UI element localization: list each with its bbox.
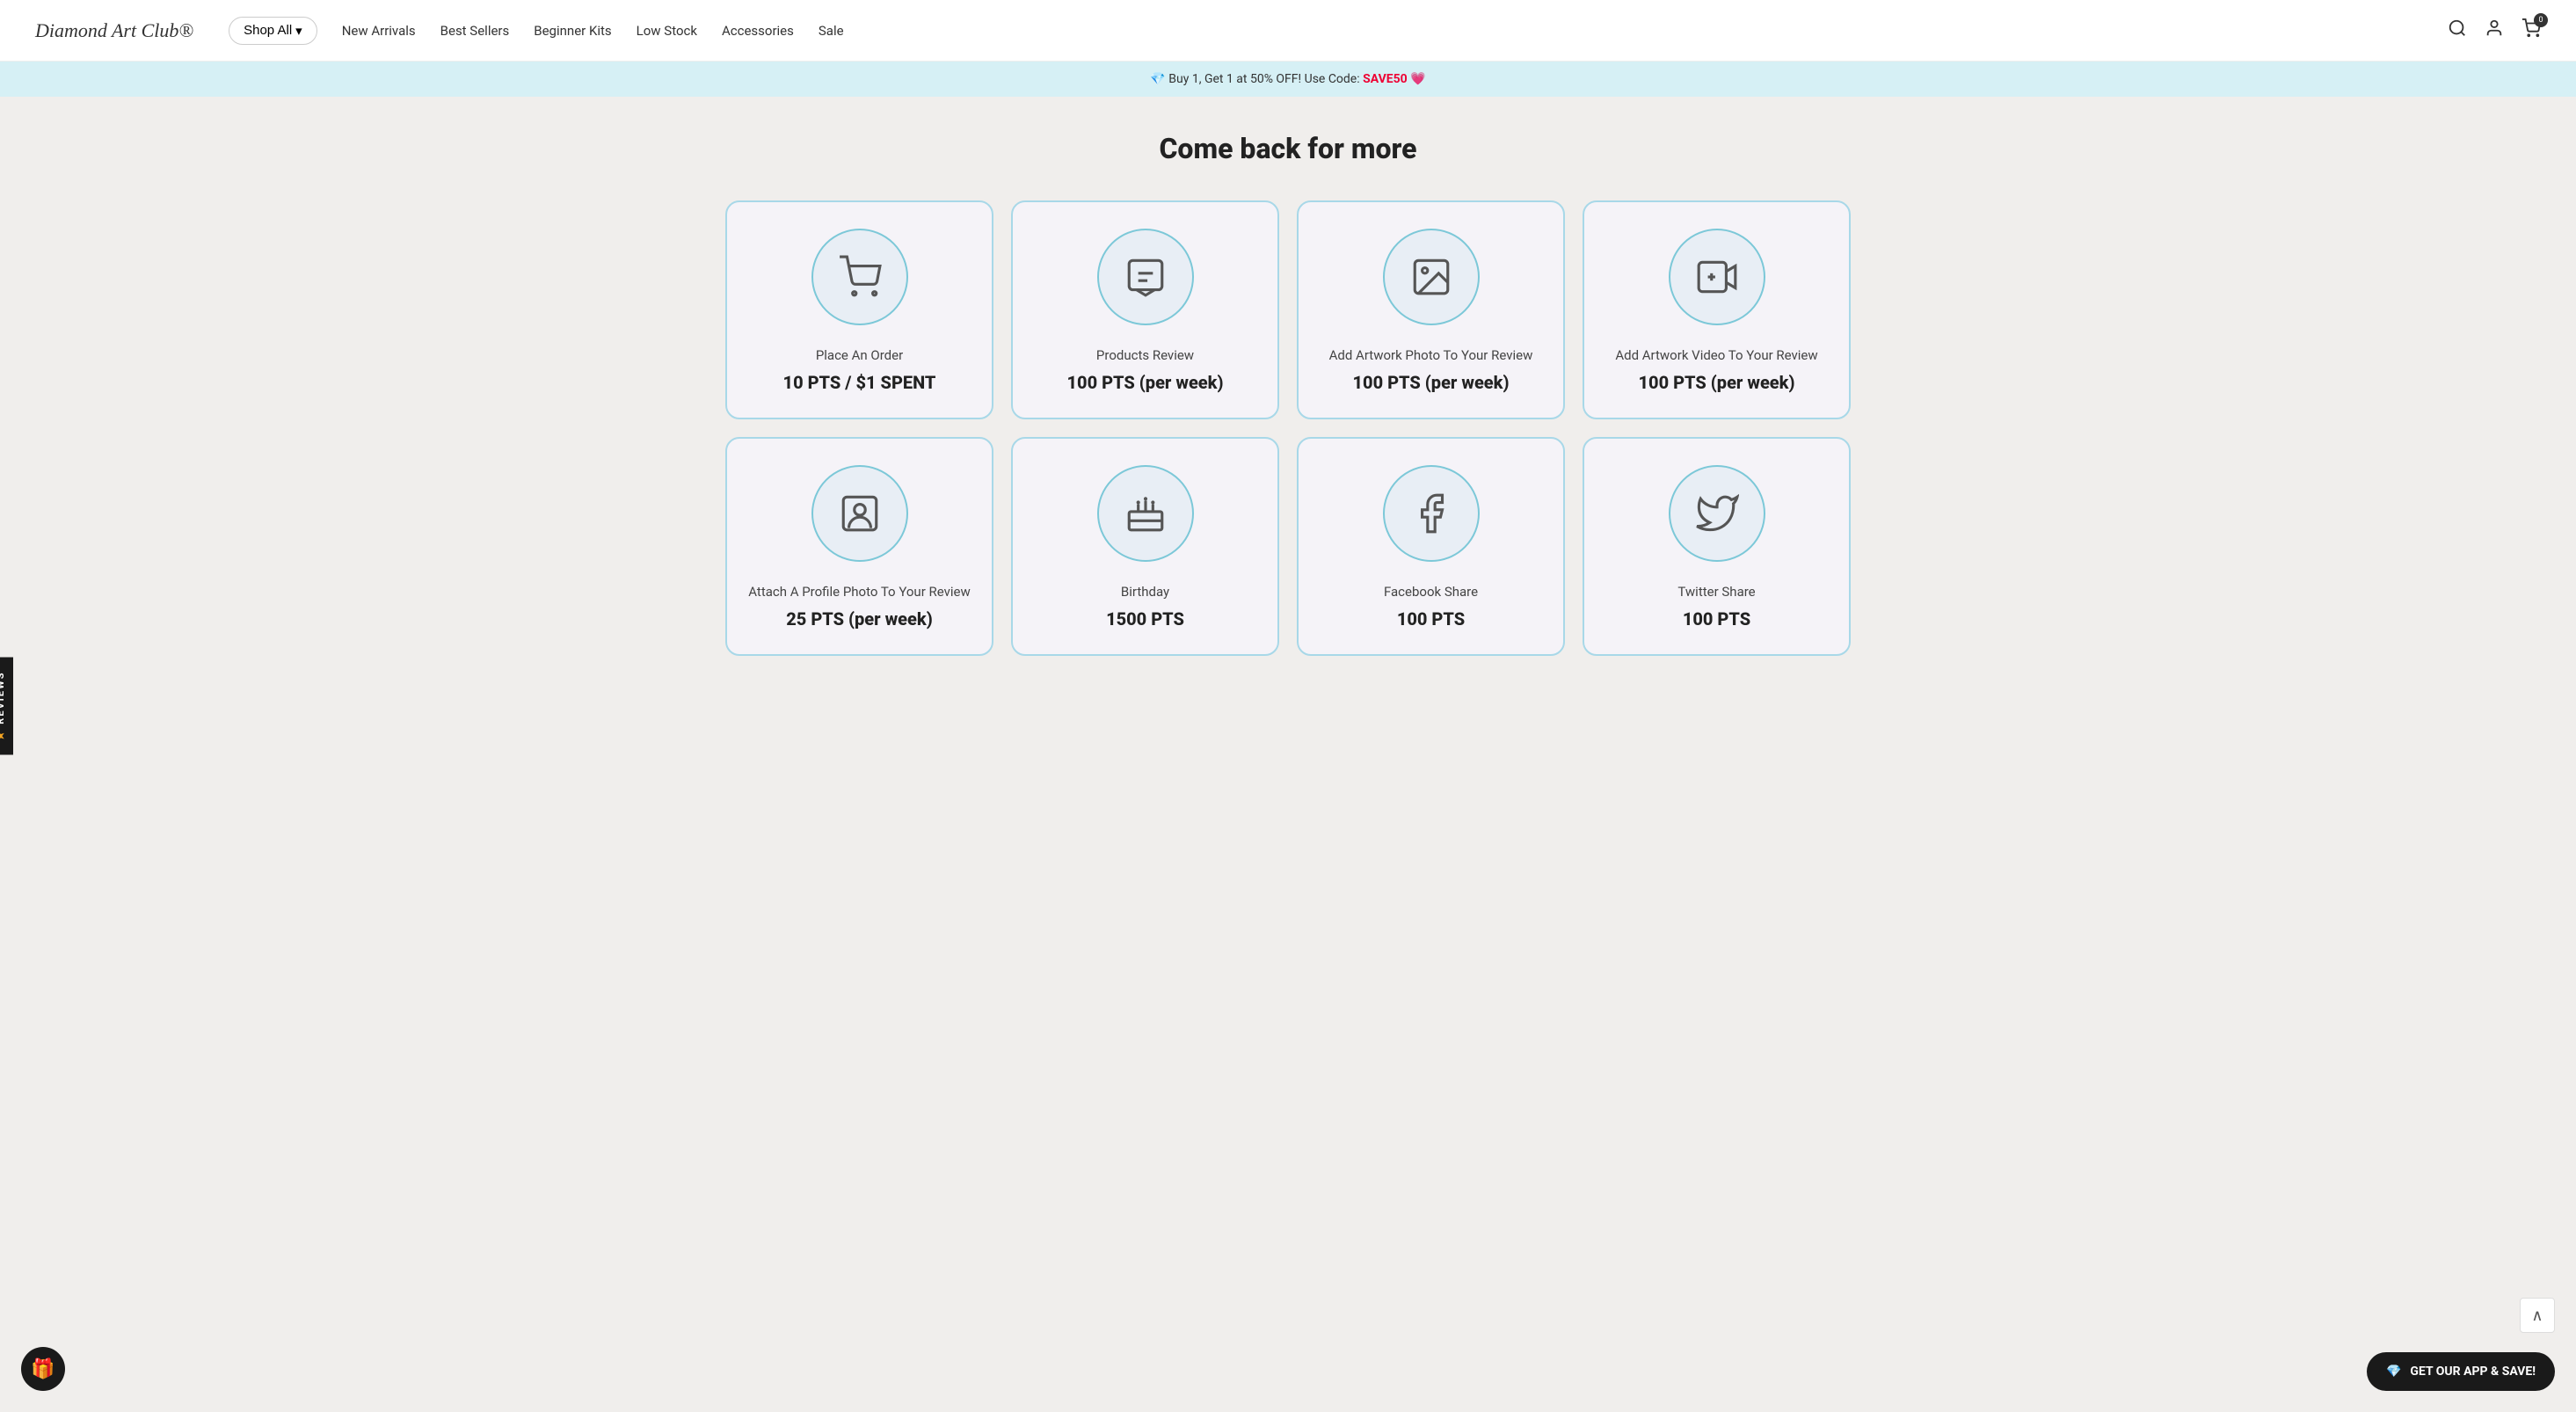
scroll-up-button[interactable]: ∧: [2520, 1298, 2555, 1333]
reward-card-products-review[interactable]: Products Review 100 PTS (per week): [1011, 200, 1279, 419]
search-icon[interactable]: [2448, 18, 2467, 42]
navigation: Diamond Art Club® Shop All ▾ New Arrival…: [0, 0, 2576, 62]
account-icon[interactable]: [2485, 18, 2504, 42]
birthday-icon-circle: [1097, 465, 1194, 562]
reward-card-profile-photo[interactable]: Attach A Profile Photo To Your Review 25…: [725, 437, 993, 656]
reward-card-artwork-photo[interactable]: Add Artwork Photo To Your Review 100 PTS…: [1297, 200, 1565, 419]
card-pts-5: 1500 PTS: [1106, 608, 1184, 630]
promo-code: SAVE50: [1363, 72, 1408, 86]
promo-banner: 💎 Buy 1, Get 1 at 50% OFF! Use Code: SAV…: [0, 62, 2576, 97]
card-label-3: Add Artwork Video To Your Review: [1615, 346, 1817, 365]
chevron-up-icon: ∧: [2531, 1306, 2543, 1325]
cart-icon-circle: [811, 229, 908, 325]
card-label-5: Birthday: [1121, 583, 1169, 601]
nav-accessories[interactable]: Accessories: [722, 23, 794, 39]
cart-count: 0: [2534, 13, 2548, 27]
card-label-2: Add Artwork Photo To Your Review: [1329, 346, 1533, 365]
facebook-icon-circle: [1383, 465, 1480, 562]
reviews-label: REVIEWS: [0, 672, 6, 724]
card-pts-6: 100 PTS: [1397, 608, 1465, 630]
reward-card-birthday[interactable]: Birthday 1500 PTS: [1011, 437, 1279, 656]
reward-card-place-order[interactable]: Place An Order 10 PTS / $1 SPENT: [725, 200, 993, 419]
rewards-grid: Place An Order 10 PTS / $1 SPENT Product…: [725, 200, 1851, 656]
card-pts-2: 100 PTS (per week): [1353, 372, 1510, 393]
card-pts-7: 100 PTS: [1683, 608, 1750, 630]
cart-icon[interactable]: 0: [2521, 18, 2541, 42]
promo-text: 💎 Buy 1, Get 1 at 50% OFF! Use Code: SAV…: [1150, 72, 1425, 86]
nav-icons: 0: [2448, 18, 2541, 42]
reward-card-twitter[interactable]: Twitter Share 100 PTS: [1583, 437, 1851, 656]
profile-icon-circle: [811, 465, 908, 562]
site-logo[interactable]: Diamond Art Club®: [35, 19, 193, 42]
nav-beginner-kits[interactable]: Beginner Kits: [534, 23, 611, 39]
nav-links: Shop All ▾ New Arrivals Best Sellers Beg…: [229, 17, 2448, 45]
main-content: Come back for more Place An Order 10 PTS…: [673, 97, 1903, 709]
video-icon-circle: [1669, 229, 1765, 325]
card-pts-0: 10 PTS / $1 SPENT: [783, 372, 936, 393]
card-label-0: Place An Order: [816, 346, 903, 365]
shop-all-button[interactable]: Shop All ▾: [229, 17, 317, 45]
shop-all-label: Shop All: [244, 23, 292, 38]
card-pts-1: 100 PTS (per week): [1067, 372, 1224, 393]
gift-button[interactable]: 🎁: [21, 1347, 65, 1391]
nav-sale[interactable]: Sale: [819, 23, 844, 39]
app-diamond-icon: 💎: [2386, 1365, 2401, 1379]
photo-icon-circle: [1383, 229, 1480, 325]
app-banner-label: GET OUR APP & SAVE!: [2410, 1365, 2536, 1379]
card-label-6: Facebook Share: [1384, 583, 1478, 601]
card-pts-4: 25 PTS (per week): [786, 608, 932, 630]
review-icon-circle: [1097, 229, 1194, 325]
card-label-4: Attach A Profile Photo To Your Review: [748, 583, 971, 601]
twitter-icon-circle: [1669, 465, 1765, 562]
reward-card-artwork-video[interactable]: Add Artwork Video To Your Review 100 PTS…: [1583, 200, 1851, 419]
gift-icon: 🎁: [31, 1358, 55, 1380]
chevron-down-icon: ▾: [295, 23, 302, 39]
page-title: Come back for more: [725, 132, 1851, 165]
nav-best-sellers[interactable]: Best Sellers: [440, 23, 510, 39]
reward-card-facebook[interactable]: Facebook Share 100 PTS: [1297, 437, 1565, 656]
star-icon: ★: [0, 730, 6, 741]
card-label-1: Products Review: [1096, 346, 1194, 365]
app-banner[interactable]: 💎 GET OUR APP & SAVE!: [2367, 1352, 2555, 1391]
nav-new-arrivals[interactable]: New Arrivals: [342, 23, 416, 39]
card-label-7: Twitter Share: [1677, 583, 1755, 601]
card-pts-3: 100 PTS (per week): [1639, 372, 1795, 393]
nav-low-stock[interactable]: Low Stock: [637, 23, 697, 39]
reviews-sidebar[interactable]: ★ REVIEWS: [0, 658, 13, 755]
